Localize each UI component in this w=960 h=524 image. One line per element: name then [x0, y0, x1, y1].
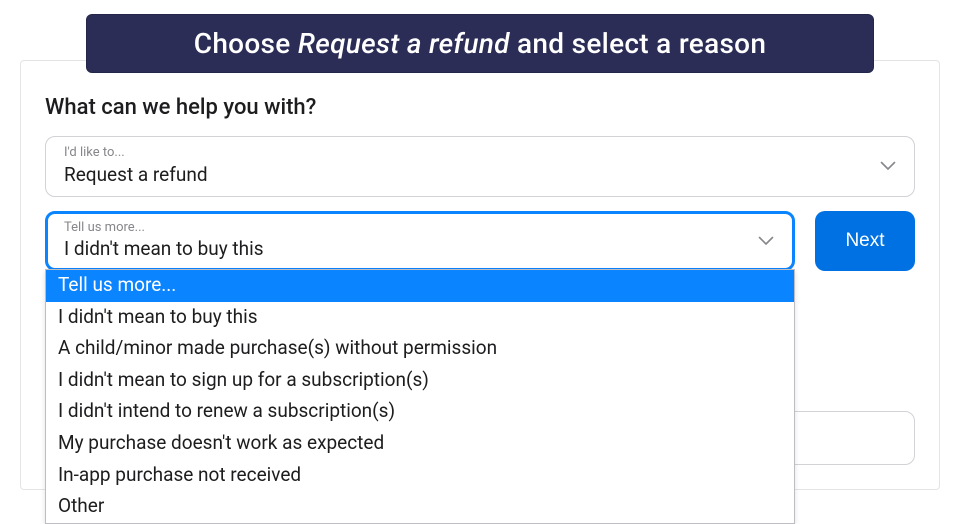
reason-select-label: Tell us more...: [64, 220, 750, 237]
dropdown-option[interactable]: In-app purchase not received: [46, 460, 794, 492]
reason-dropdown-list[interactable]: Tell us more...I didn't mean to buy this…: [45, 269, 795, 524]
next-button[interactable]: Next: [815, 211, 915, 272]
dropdown-option[interactable]: A child/minor made purchase(s) without p…: [46, 333, 794, 365]
reason-select-value: I didn't mean to buy this: [64, 236, 750, 262]
dropdown-option[interactable]: Tell us more...: [46, 270, 794, 302]
help-form-card: What can we help you with? I'd like to..…: [20, 60, 940, 490]
reason-select[interactable]: Tell us more... I didn't mean to buy thi…: [45, 211, 795, 272]
form-heading: What can we help you with?: [45, 95, 915, 120]
topic-select-label: I'd like to...: [64, 145, 870, 162]
dropdown-option[interactable]: Other: [46, 491, 794, 523]
instruction-suffix: and select a reason: [510, 27, 766, 60]
dropdown-option[interactable]: I didn't intend to renew a subscription(…: [46, 396, 794, 428]
dropdown-option[interactable]: I didn't mean to sign up for a subscript…: [46, 365, 794, 397]
dropdown-option[interactable]: I didn't mean to buy this: [46, 302, 794, 334]
dropdown-option[interactable]: My purchase doesn't work as expected: [46, 428, 794, 460]
reason-row: Tell us more... I didn't mean to buy thi…: [45, 211, 915, 272]
next-button-label: Next: [845, 230, 884, 252]
instruction-emphasis: Request a refund: [298, 27, 510, 60]
topic-select-value: Request a refund: [64, 162, 870, 188]
topic-row: I'd like to... Request a refund: [45, 136, 915, 197]
instruction-banner: Choose Request a refund and select a rea…: [86, 14, 874, 73]
chevron-down-icon: [880, 161, 896, 171]
topic-select[interactable]: I'd like to... Request a refund: [45, 136, 915, 197]
chevron-down-icon: [758, 236, 774, 246]
instruction-prefix: Choose: [194, 27, 298, 60]
